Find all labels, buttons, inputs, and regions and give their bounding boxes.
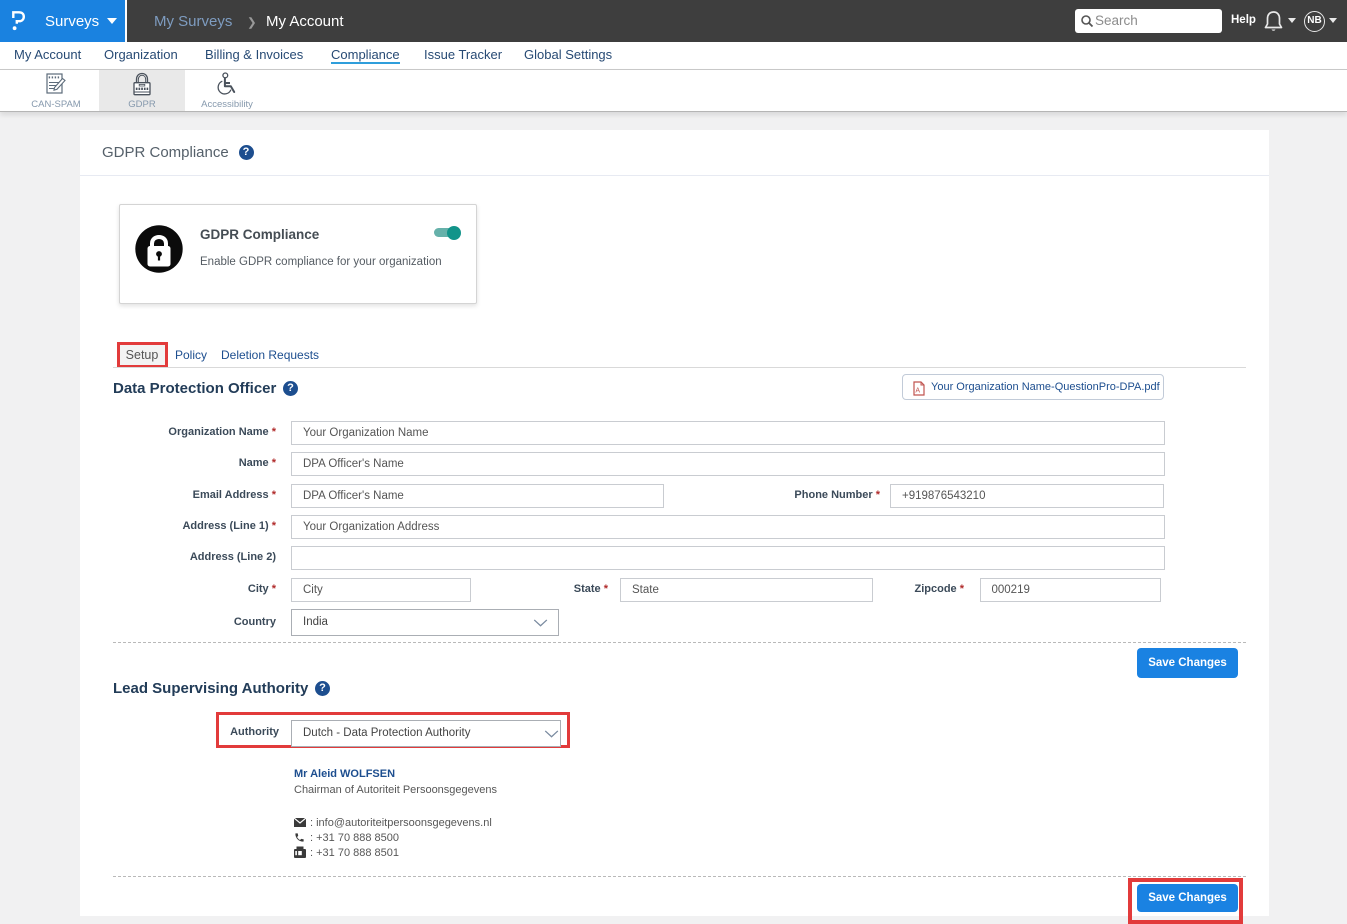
svg-text:A: A (915, 387, 920, 394)
